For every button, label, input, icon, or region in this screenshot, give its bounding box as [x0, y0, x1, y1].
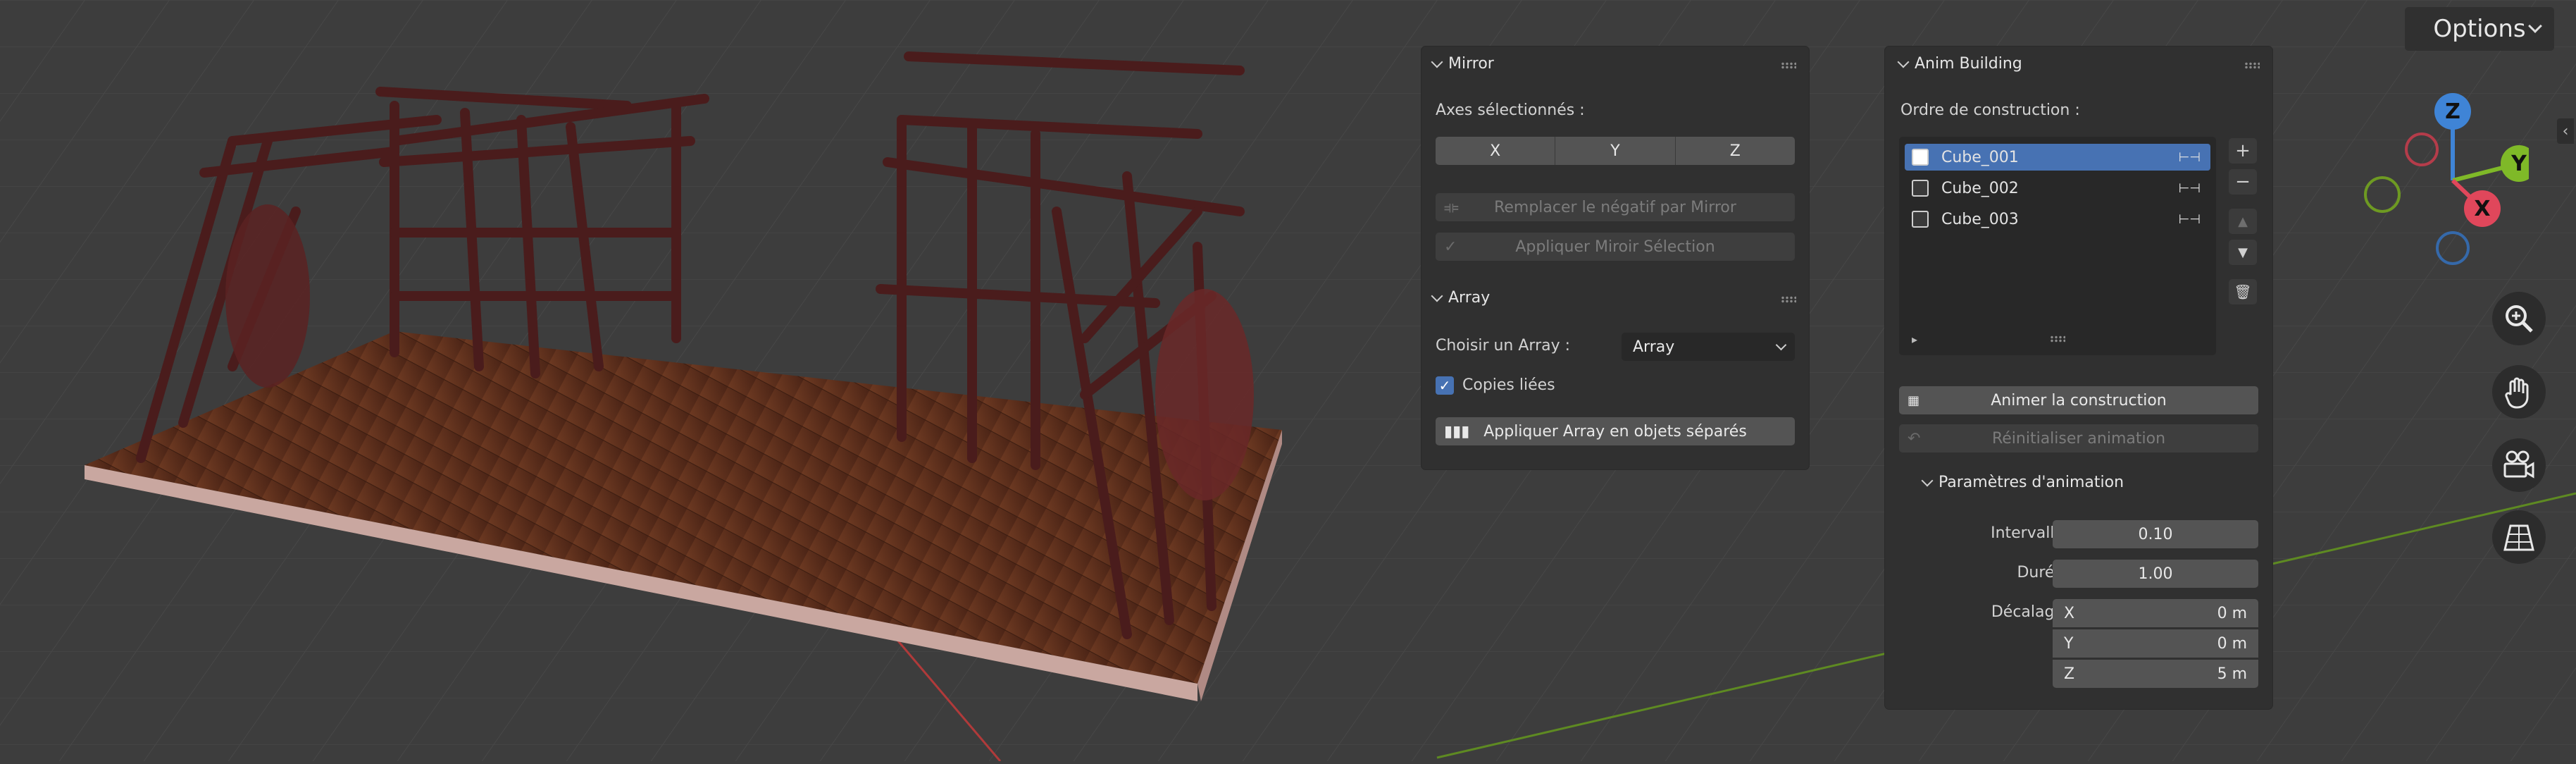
checkmark-icon: ✓ [1444, 238, 1457, 256]
list-item-cube-001[interactable]: Cube_001 ⊢⊣ [1905, 144, 2210, 171]
list-expand-icon[interactable]: ▸ [1912, 333, 1917, 346]
linked-copies-checkbox[interactable]: ✓ [1436, 376, 1454, 395]
pan-button[interactable] [2492, 365, 2546, 419]
neg-y-axis-icon[interactable] [2364, 176, 2401, 213]
anim-title: Anim Building [1915, 55, 2022, 73]
chevron-down-icon [1431, 290, 1443, 302]
drag-grip-icon[interactable] [2244, 62, 2260, 69]
drag-grip-icon[interactable] [1781, 296, 1796, 303]
duration-value: 1.00 [2138, 565, 2173, 583]
interval-field[interactable]: 0.10 [2053, 520, 2258, 548]
chevron-down-icon [1775, 339, 1787, 351]
trash-icon[interactable]: 🗑 [2229, 279, 2257, 304]
anim-header[interactable]: Anim Building [1897, 55, 2022, 73]
interval-value: 0.10 [2138, 525, 2173, 543]
options-dropdown[interactable]: Options [2405, 7, 2554, 51]
replace-negative-button[interactable]: ⟚ Remplacer le négatif par Mirror [1436, 193, 1795, 221]
list-item-label: Cube_003 [1941, 210, 2019, 228]
choose-array-label: Choisir un Array : [1436, 337, 1571, 355]
offset-z-value: 5 m [2217, 665, 2247, 683]
list-item-label: Cube_001 [1941, 148, 2019, 166]
params-header[interactable]: Paramètres d'animation [1921, 474, 2124, 491]
camera-icon [2503, 450, 2534, 479]
move-down-button[interactable]: ▼ [2229, 240, 2257, 265]
mirror-header[interactable]: Mirror [1431, 55, 1494, 73]
offset-label: Décalage [1991, 603, 2064, 621]
axes-label: Axes sélectionnés : [1436, 101, 1585, 119]
apply-mirror-button[interactable]: ✓ Appliquer Miroir Sélection [1436, 233, 1795, 261]
zoom-icon [2506, 305, 2533, 333]
interval-label: Intervalle [1991, 524, 2064, 542]
offset-x-value: 0 m [2217, 604, 2247, 622]
offset-y-axis: Y [2064, 634, 2074, 653]
axes-toggle-group: X Y Z [1436, 137, 1795, 165]
list-item-cube-003[interactable]: Cube_003 ⊢⊣ [1905, 206, 2210, 233]
chevron-down-icon [2528, 19, 2542, 33]
zoom-button[interactable] [2492, 292, 2546, 345]
remove-item-button[interactable]: − [2229, 169, 2257, 195]
list-item-cube-002[interactable]: Cube_002 ⊢⊣ [1905, 175, 2210, 202]
array-select[interactable]: Array [1622, 333, 1795, 361]
animate-construction-button[interactable]: ▦ Animer la construction [1899, 386, 2258, 414]
animate-construction-label: Animer la construction [1991, 391, 2167, 409]
array-select-value: Array [1633, 338, 1675, 356]
list-item-label: Cube_002 [1941, 179, 2019, 197]
anim-building-panel: Anim Building Ordre de construction : Cu… [1885, 47, 2272, 709]
z-axis-label: Z [2445, 99, 2460, 124]
cube-icon [1912, 211, 1929, 228]
cube-icon [1912, 149, 1929, 166]
apply-mirror-label: Appliquer Miroir Sélection [1515, 238, 1715, 256]
navigation-gizmo[interactable]: Z Y X [2346, 85, 2529, 282]
axis-y-toggle[interactable]: Y [1555, 137, 1676, 165]
chevron-down-icon [1431, 56, 1443, 68]
params-title: Paramètres d'animation [1939, 474, 2124, 491]
neg-x-axis-icon[interactable] [2405, 133, 2439, 166]
add-item-button[interactable]: + [2229, 138, 2257, 164]
y-axis-label: Y [2510, 152, 2527, 176]
apply-array-label: Appliquer Array en objets séparés [1483, 422, 1747, 440]
cube-icon [1912, 180, 1929, 197]
mirror-array-panel: Mirror Axes sélectionnés : X Y Z ⟚ Rempl… [1421, 47, 1809, 469]
keyframe-range-icon: ⊢⊣ [2178, 180, 2201, 196]
reset-animation-label: Réinitialiser animation [1991, 429, 2166, 448]
axis-z-toggle[interactable]: Z [1675, 137, 1795, 165]
neg-z-axis-icon[interactable] [2436, 231, 2470, 265]
mirror-title: Mirror [1448, 55, 1494, 73]
duration-label: Durée [2017, 564, 2064, 581]
list-resize-grip-icon[interactable] [2050, 335, 2065, 343]
sidebar-toggle-icon[interactable]: ‹ [2557, 118, 2574, 144]
keyframe-range-icon: ⊢⊣ [2178, 211, 2201, 227]
drag-grip-icon[interactable] [1781, 62, 1796, 69]
building-blocks-icon: ▦ [1908, 393, 1920, 408]
options-label: Options [2433, 15, 2526, 43]
chevron-down-icon [1897, 56, 1910, 68]
reset-animation-button[interactable]: ↶ Réinitialiser animation [1899, 424, 2258, 452]
offset-y-value: 0 m [2217, 634, 2247, 653]
axis-x-toggle[interactable]: X [1436, 137, 1556, 165]
perspective-toggle-button[interactable] [2492, 510, 2546, 564]
offset-x-axis: X [2064, 604, 2075, 622]
construction-order-list[interactable]: Cube_001 ⊢⊣ Cube_002 ⊢⊣ Cube_003 ⊢⊣ ▸ [1899, 137, 2216, 355]
offset-z-axis: Z [2064, 665, 2075, 683]
keyframe-range-icon: ⊢⊣ [2178, 149, 2201, 165]
x-axis-label: X [2474, 197, 2490, 221]
chevron-down-icon [1921, 474, 1934, 486]
offset-y-field[interactable]: Y 0 m [2053, 629, 2258, 658]
mirror-modifier-icon: ⟚ [1444, 198, 1459, 216]
move-up-button[interactable]: ▲ [2229, 209, 2257, 234]
array-header[interactable]: Array [1431, 289, 1491, 307]
order-label: Ordre de construction : [1900, 101, 2080, 119]
apply-array-button[interactable]: ▮▮▮ Appliquer Array en objets séparés [1436, 417, 1795, 445]
undo-icon: ↶ [1908, 429, 1921, 448]
grid-perspective-icon [2503, 524, 2534, 551]
hand-icon [2505, 377, 2529, 409]
offset-z-field[interactable]: Z 5 m [2053, 660, 2258, 688]
offset-x-field[interactable]: X 0 m [2053, 599, 2258, 627]
array-title: Array [1448, 289, 1491, 307]
replace-negative-label: Remplacer le négatif par Mirror [1494, 198, 1736, 216]
camera-view-button[interactable] [2492, 438, 2546, 492]
linked-copies-label: Copies liées [1462, 376, 1555, 394]
array-bars-icon: ▮▮▮ [1444, 422, 1470, 440]
duration-field[interactable]: 1.00 [2053, 560, 2258, 588]
